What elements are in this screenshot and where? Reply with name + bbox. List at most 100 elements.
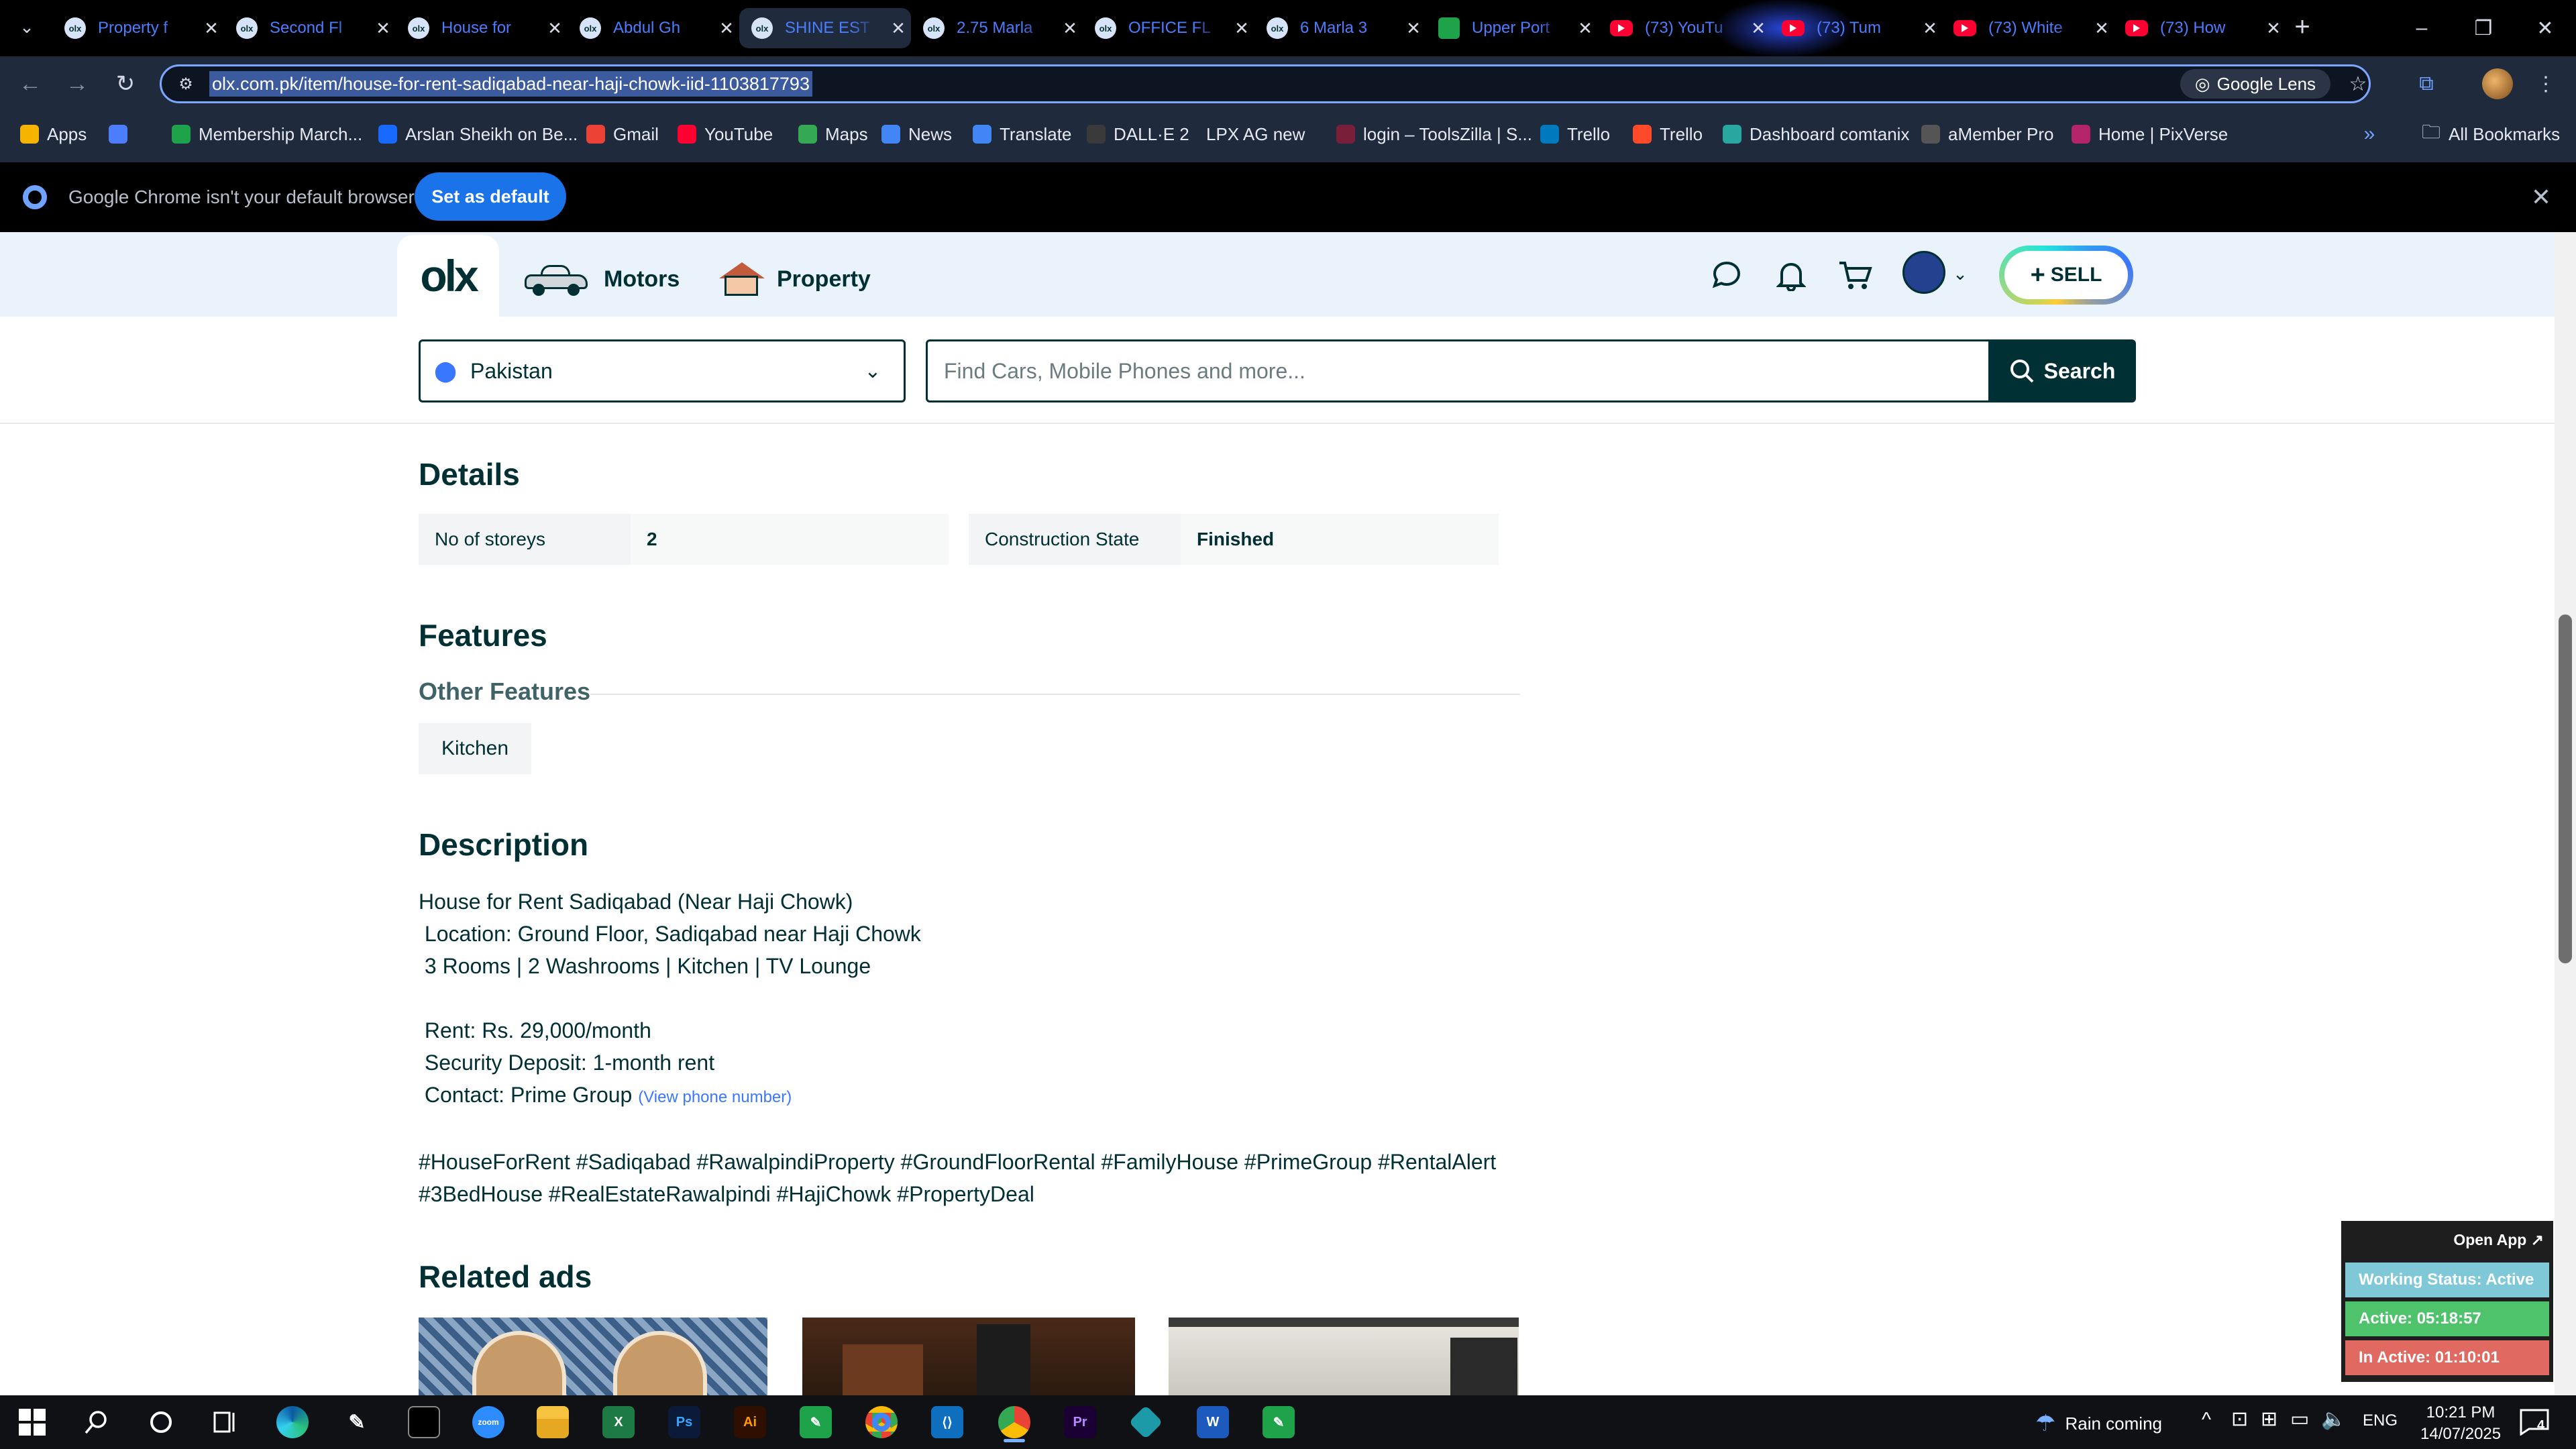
close-tab-icon[interactable]: ✕: [1748, 18, 1768, 39]
volume-icon[interactable]: 🔈: [2321, 1407, 2346, 1431]
back-button[interactable]: ←: [13, 67, 47, 101]
windows-start-icon[interactable]: [11, 1401, 54, 1444]
zoom-icon[interactable]: zoom: [467, 1401, 510, 1444]
excel-icon[interactable]: X: [597, 1401, 640, 1444]
bookmark-item[interactable]: Translate: [973, 119, 1071, 149]
illustrator-icon[interactable]: Ai: [729, 1401, 771, 1444]
browser-tab[interactable]: Upper Port ✕: [1426, 8, 1598, 48]
profile-avatar[interactable]: [2482, 68, 2513, 99]
url-text[interactable]: olx.com.pk/item/house-for-rent-sadiqabad…: [209, 71, 812, 97]
bookmark-item[interactable]: Dashboard comtanix: [1723, 119, 1909, 149]
category-motors[interactable]: Motors: [523, 258, 680, 301]
sell-button[interactable]: + SELL: [1999, 246, 2133, 305]
bookmark-item[interactable]: Gmail: [586, 119, 659, 149]
close-tab-icon[interactable]: ✕: [1575, 18, 1595, 39]
close-infobar-icon[interactable]: ✕: [2526, 182, 2556, 212]
bookmark-star-icon[interactable]: ☆: [2341, 67, 2375, 101]
tab-search-icon[interactable]: ⌄: [15, 13, 39, 40]
cortana-icon[interactable]: [140, 1401, 182, 1444]
clock[interactable]: 10:21 PM 14/07/2025: [2420, 1402, 2501, 1445]
close-tab-icon[interactable]: ✕: [1060, 18, 1080, 39]
view-phone-number-link[interactable]: (View phone number): [638, 1088, 792, 1106]
restore-button[interactable]: ❐: [2453, 0, 2514, 56]
vscode-icon[interactable]: ⟨⟩: [926, 1401, 969, 1444]
browser-tab[interactable]: (73) How ✕: [2113, 8, 2285, 48]
close-window-button[interactable]: ✕: [2514, 0, 2576, 56]
all-bookmarks-button[interactable]: 🗀 All Bookmarks: [2422, 119, 2560, 149]
bookmark-item[interactable]: aMember Pro: [1921, 119, 2054, 149]
set-as-default-button[interactable]: Set as default: [415, 172, 566, 221]
close-tab-icon[interactable]: ✕: [1920, 18, 1940, 39]
tray-chevron-icon[interactable]: ^: [2202, 1409, 2211, 1432]
browser-tab[interactable]: olx SHINE EST ✕: [739, 8, 911, 48]
chrome-icon[interactable]: [860, 1401, 903, 1444]
new-tab-button[interactable]: +: [2288, 12, 2317, 42]
green-app-icon[interactable]: ✎: [794, 1401, 837, 1444]
bookmark-item[interactable]: Arslan Sheikh on Be...: [378, 119, 578, 149]
category-property[interactable]: Property: [719, 258, 871, 301]
reload-button[interactable]: ↻: [109, 67, 142, 101]
chrome-menu-icon[interactable]: ⋮: [2529, 67, 2563, 101]
close-tab-icon[interactable]: ✕: [2092, 18, 2112, 39]
task-view-icon[interactable]: [204, 1401, 247, 1444]
close-tab-icon[interactable]: ✕: [545, 18, 565, 39]
network-icon[interactable]: ▭: [2290, 1407, 2309, 1431]
browser-tab[interactable]: olx 6 Marla 3 ✕: [1254, 8, 1426, 48]
related-ad-card[interactable]: [1169, 1318, 1519, 1398]
extensions-icon[interactable]: ⧉: [2410, 67, 2443, 101]
bookmark-item[interactable]: LPX AG new: [1206, 119, 1305, 149]
bookmark-item[interactable]: Apps: [20, 119, 87, 149]
close-tab-icon[interactable]: ✕: [888, 18, 908, 39]
minimize-button[interactable]: –: [2391, 0, 2453, 56]
language-indicator[interactable]: ENG: [2363, 1411, 2398, 1430]
green-app-icon[interactable]: ✎: [1257, 1401, 1300, 1444]
close-tab-icon[interactable]: ✕: [1232, 18, 1252, 39]
close-tab-icon[interactable]: ✕: [2263, 18, 2284, 39]
bookmark-item[interactable]: [109, 119, 127, 149]
tray-app-icon[interactable]: ⊡: [2231, 1407, 2248, 1431]
bookmark-item[interactable]: Membership March...: [172, 119, 362, 149]
browser-tab[interactable]: olx Property f ✕: [52, 8, 224, 48]
search-input[interactable]: [926, 339, 1991, 402]
browser-tab[interactable]: olx Abdul Gh ✕: [568, 8, 739, 48]
google-lens-button[interactable]: ◎ Google Lens: [2180, 69, 2330, 99]
site-info-icon[interactable]: ⚙: [176, 74, 196, 94]
bookmark-item[interactable]: Trello: [1540, 119, 1610, 149]
scrollbar-thumb[interactable]: [2559, 614, 2572, 963]
user-avatar[interactable]: [1902, 251, 1945, 294]
cart-icon[interactable]: [1835, 255, 1876, 295]
location-select[interactable]: ⬤ Pakistan ⌄: [419, 339, 906, 402]
close-tab-icon[interactable]: ✕: [201, 18, 221, 39]
browser-tab[interactable]: (73) YouTu ✕: [1598, 8, 1770, 48]
close-tab-icon[interactable]: ✕: [373, 18, 393, 39]
bookmark-item[interactable]: Maps: [798, 119, 868, 149]
bookmark-item[interactable]: News: [881, 119, 952, 149]
premiere-icon[interactable]: Pr: [1059, 1401, 1102, 1444]
browser-tab[interactable]: (73) Tum ✕: [1770, 8, 1941, 48]
photoshop-icon[interactable]: Ps: [663, 1401, 706, 1444]
word-icon[interactable]: W: [1191, 1401, 1234, 1444]
bookmark-item[interactable]: Home | PixVerse: [2072, 119, 2228, 149]
chat-icon[interactable]: [1707, 255, 1747, 295]
browser-tab[interactable]: olx 2.75 Marla ✕: [911, 8, 1083, 48]
browser-tab[interactable]: olx House for ✕: [396, 8, 568, 48]
olx-logo[interactable]: olx: [397, 235, 499, 317]
file-explorer-icon[interactable]: [531, 1401, 574, 1444]
browser-tab[interactable]: (73) White ✕: [1941, 8, 2113, 48]
open-app-link[interactable]: Open App ↗: [2341, 1225, 2549, 1254]
app-icon[interactable]: [1124, 1401, 1167, 1444]
edge-icon[interactable]: [271, 1401, 314, 1444]
notifications-bell-icon[interactable]: [1771, 255, 1811, 295]
chevron-down-icon[interactable]: ⌄: [1948, 262, 1972, 286]
browser-tab[interactable]: olx OFFICE FL ✕: [1083, 8, 1254, 48]
related-ad-card[interactable]: [419, 1318, 767, 1398]
related-ad-card[interactable]: [802, 1318, 1135, 1398]
more-bookmarks-icon[interactable]: »: [2356, 119, 2383, 149]
close-tab-icon[interactable]: ✕: [1403, 18, 1424, 39]
bookmark-item[interactable]: DALL·E 2: [1087, 119, 1189, 149]
search-icon[interactable]: [75, 1401, 118, 1444]
bookmark-item[interactable]: login – ToolsZilla | S...: [1336, 119, 1532, 149]
chrome-active-icon[interactable]: [993, 1401, 1036, 1444]
terminal-icon[interactable]: [402, 1401, 445, 1444]
browser-tab[interactable]: olx Second Fl ✕: [224, 8, 396, 48]
